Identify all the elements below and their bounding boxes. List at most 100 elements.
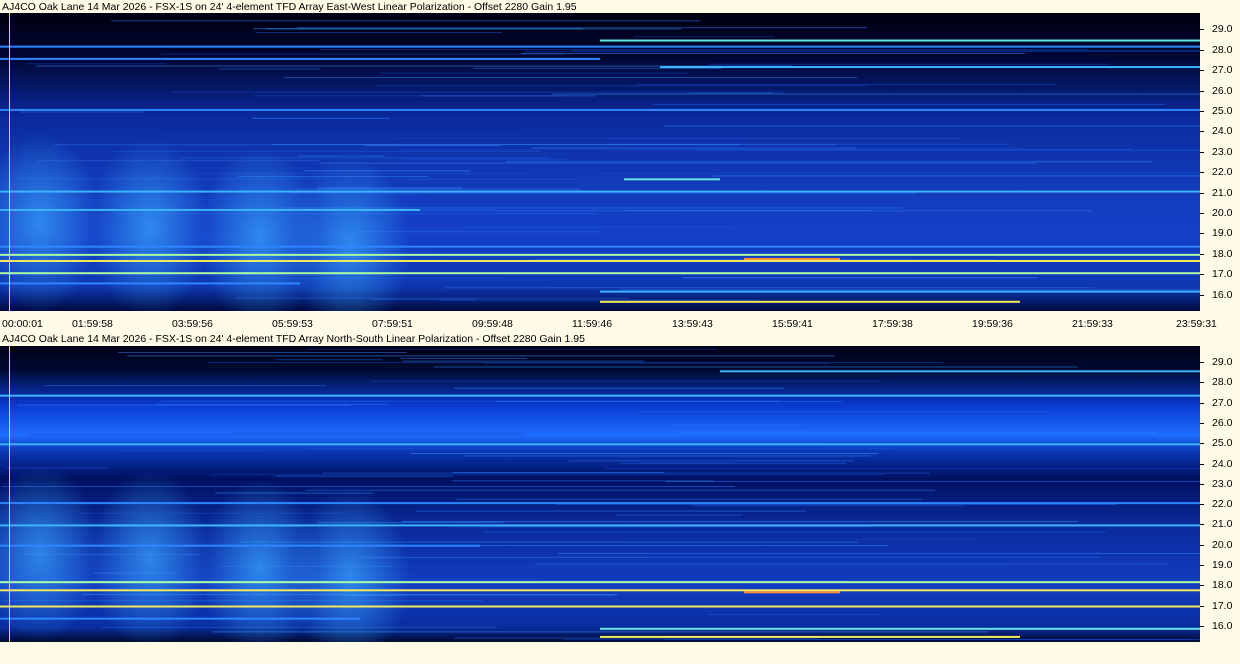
noise-band — [27, 434, 522, 436]
y-tick-label: 22.0 — [1212, 498, 1233, 511]
y-tick — [1200, 504, 1204, 506]
emission-line — [0, 617, 360, 620]
noise-band — [619, 289, 1200, 291]
y-tick — [1200, 131, 1204, 133]
noise-band — [396, 137, 960, 139]
y-tick — [1200, 483, 1204, 485]
emission-line — [600, 627, 1200, 630]
emission-line — [0, 605, 1200, 608]
noise-band — [598, 173, 1200, 175]
emission-line — [0, 45, 1200, 48]
emission-line — [0, 502, 1200, 505]
y-tick-label: 25.0 — [1212, 104, 1233, 117]
noise-band — [630, 538, 982, 540]
noise-band — [637, 411, 1049, 413]
emission-line — [0, 443, 1200, 446]
emission-line — [0, 108, 1200, 111]
noise-band — [433, 366, 1078, 368]
emission-line — [0, 524, 1200, 527]
y-tick-label: 27.0 — [1212, 64, 1233, 77]
noise-band — [390, 442, 825, 444]
y-tick — [1200, 213, 1204, 215]
noise-band — [370, 380, 880, 382]
noise-band — [557, 552, 1200, 554]
noise-band — [232, 432, 527, 434]
noise-band — [403, 159, 567, 161]
time-axis: 00:00:01 01:59:58 03:59:56 05:59:53 07:59:51… — [0, 316, 1240, 330]
noise-band — [679, 432, 1157, 434]
y-tick — [1200, 29, 1204, 31]
y-tick-label: 25.0 — [1212, 437, 1233, 450]
emission-line — [0, 245, 1200, 248]
noise-band — [17, 404, 351, 406]
panel2-time-marker — [9, 346, 10, 642]
noise-band — [305, 448, 896, 450]
y-tick-label: 28.0 — [1212, 43, 1233, 56]
y-tick — [1200, 362, 1204, 364]
emission-line — [600, 39, 1200, 42]
noise-band — [636, 84, 1056, 86]
x-tick-label: 09:59:48 — [472, 318, 513, 330]
noise-band — [639, 462, 734, 464]
y-tick-label: 26.0 — [1212, 417, 1233, 430]
noise-band — [402, 520, 1079, 522]
y-tick — [1200, 605, 1204, 607]
noise-band — [160, 133, 522, 135]
emission-line — [720, 370, 1200, 373]
noise-band — [127, 355, 835, 357]
noise-band — [256, 32, 502, 34]
noise-band — [688, 92, 774, 94]
panel1-spectrogram-plot — [0, 13, 1200, 311]
noise-band — [319, 162, 1036, 164]
panel2-spectrogram-plot — [0, 346, 1200, 642]
noise-band — [495, 400, 843, 402]
noise-band — [364, 145, 502, 147]
y-tick — [1200, 402, 1204, 404]
noise-band — [616, 514, 743, 516]
y-tick — [1200, 544, 1204, 546]
x-tick-label: 15:59:41 — [772, 318, 813, 330]
noise-band — [421, 95, 597, 97]
y-tick-label: 19.0 — [1212, 558, 1233, 571]
y-tick-label: 26.0 — [1212, 84, 1233, 97]
y-tick — [1200, 443, 1204, 445]
noise-band — [622, 147, 1020, 149]
noise-band — [664, 125, 1200, 127]
noise-band — [403, 360, 645, 362]
noise-band — [453, 387, 784, 389]
y-tick — [1200, 524, 1204, 526]
noise-band — [307, 348, 718, 350]
panel1-time-marker — [9, 13, 10, 311]
noise-band — [305, 489, 936, 491]
y-tick-label: 24.0 — [1212, 125, 1233, 138]
emission-line — [600, 635, 1020, 638]
noise-band — [709, 63, 1111, 65]
y-tick — [1200, 90, 1204, 92]
y-tick — [1200, 192, 1204, 194]
noise-band — [415, 510, 806, 512]
panel1-title: AJ4CO Oak Lane 14 Mar 2026 - FSX-1S on 2… — [2, 1, 577, 13]
noise-band — [438, 299, 759, 301]
noise-band — [666, 480, 1200, 482]
x-tick-label: 21:59:33 — [1072, 318, 1113, 330]
emission-line — [0, 208, 420, 211]
noise-band — [712, 175, 1200, 177]
noise-band — [19, 111, 144, 113]
y-tick-label: 21.0 — [1212, 518, 1233, 531]
x-tick-label: 13:59:43 — [672, 318, 713, 330]
y-tick-label: 18.0 — [1212, 579, 1233, 592]
noise-band — [445, 287, 1095, 289]
noise-band — [647, 557, 1200, 559]
noise-band — [483, 362, 828, 364]
noise-band — [477, 430, 823, 432]
y-tick-label: 20.0 — [1212, 207, 1233, 220]
x-tick-label: 05:59:53 — [272, 318, 313, 330]
noise-band — [111, 20, 701, 22]
y-tick-label: 18.0 — [1212, 247, 1233, 260]
noise-band — [44, 385, 326, 387]
y-tick-label: 17.0 — [1212, 268, 1233, 281]
y-tick — [1200, 274, 1204, 276]
noise-band — [375, 85, 866, 87]
noise-band — [400, 357, 528, 359]
emission-line — [600, 290, 1200, 293]
